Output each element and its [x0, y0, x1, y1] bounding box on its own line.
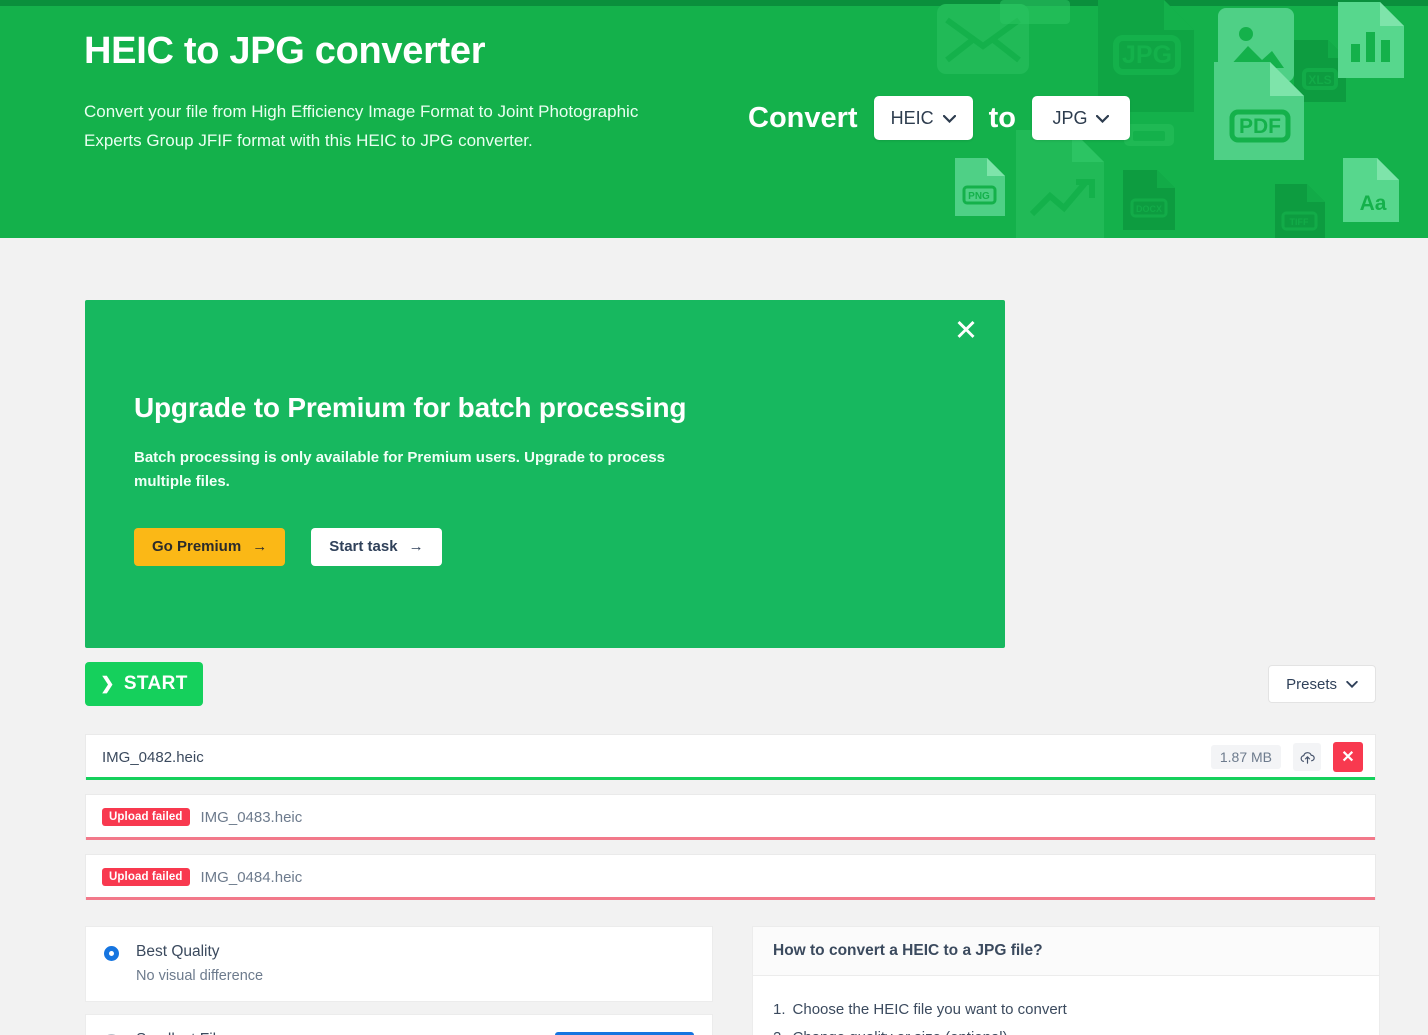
convert-controls: Convert HEIC to JPG — [748, 96, 1130, 140]
status-badge: Upload failed — [102, 868, 190, 886]
target-format-value: JPG — [1052, 107, 1088, 128]
page-title: HEIC to JPG converter — [84, 30, 486, 72]
status-badge: Upload failed — [102, 808, 190, 826]
file-row[interactable]: Upload failed IMG_0484.heic — [85, 854, 1376, 900]
upload-progress-bar — [86, 897, 1375, 900]
quality-option-title: Smallest File — [136, 1031, 225, 1035]
file-name: IMG_0483.heic — [200, 808, 303, 826]
action-toolbar: ❯ START Presets — [85, 662, 1376, 706]
start-button-label: START — [123, 673, 188, 694]
file-size: 1.87 MB — [1210, 745, 1281, 769]
docx-file-icon: DOCX — [1120, 170, 1178, 230]
target-format-select[interactable]: JPG — [1031, 96, 1130, 140]
main-content: ✕ Upgrade to Premium for batch processin… — [0, 238, 1428, 1035]
convert-label: Convert — [748, 101, 858, 134]
arrow-right-icon: → — [408, 538, 424, 556]
png-file-icon: PNG — [952, 158, 1008, 216]
upload-cloud-icon[interactable] — [1293, 743, 1321, 771]
convert-middle-label: to — [988, 101, 1016, 134]
presets-button[interactable]: Presets — [1268, 665, 1376, 703]
quality-option-title: Best Quality — [136, 943, 220, 960]
promo-title: Upgrade to Premium for batch processing — [134, 392, 687, 423]
promo-actions: Go Premium → Start task → — [134, 527, 1005, 566]
upload-progress-bar — [86, 777, 1375, 780]
presets-label: Presets — [1286, 675, 1337, 693]
help-step-number: 1. — [773, 1001, 786, 1018]
help-step-number: 2. — [773, 1024, 786, 1035]
source-format-select[interactable]: HEIC — [873, 96, 973, 140]
radio-icon[interactable] — [104, 946, 119, 961]
help-step-text: Change quality or size (optional) — [793, 1024, 1008, 1035]
help-panel: How to convert a HEIC to a JPG file? 1. … — [752, 926, 1380, 1035]
start-task-label: Start task — [329, 538, 398, 556]
font-file-icon: Aa — [1340, 158, 1402, 222]
quality-option-best-quality[interactable]: Best Quality No visual difference — [85, 926, 713, 1002]
svg-text:TIFF: TIFF — [1290, 217, 1309, 227]
help-body: 1. Choose the HEIC file you want to conv… — [753, 976, 1379, 1035]
svg-text:Aa: Aa — [1360, 192, 1387, 215]
svg-text:DOCX: DOCX — [1136, 204, 1162, 214]
file-name: IMG_0484.heic — [200, 868, 303, 886]
quality-options: Best Quality No visual difference Smalle… — [85, 926, 713, 1035]
upload-progress-bar — [86, 837, 1375, 840]
file-row[interactable]: IMG_0482.heic 1.87 MB ✕ — [85, 734, 1376, 780]
arrow-right-icon: → — [252, 538, 268, 556]
tiff-file-icon: TIFF — [1272, 184, 1328, 238]
help-heading: How to convert a HEIC to a JPG file? — [753, 927, 1379, 976]
remove-file-button[interactable]: ✕ — [1333, 742, 1363, 772]
quality-option-subtitle: No visual difference — [136, 968, 264, 984]
go-premium-button[interactable]: Go Premium → — [134, 527, 286, 566]
page-description: Convert your file from High Efficiency I… — [84, 102, 639, 151]
chevron-down-icon — [1346, 677, 1358, 691]
help-step-text: Choose the HEIC file you want to convert — [792, 1001, 1067, 1018]
go-premium-label: Go Premium — [152, 538, 242, 556]
chevron-right-icon: ❯ — [100, 674, 115, 693]
file-row[interactable]: Upload failed IMG_0483.heic — [85, 794, 1376, 840]
help-step: 2. Change quality or size (optional) — [773, 1024, 1359, 1035]
start-button[interactable]: ❯ START — [85, 662, 203, 706]
close-icon[interactable]: ✕ — [949, 314, 983, 348]
svg-text:PNG: PNG — [968, 191, 990, 202]
promo-description: Batch processing is only available for P… — [134, 449, 666, 491]
premium-upgrade-modal: ✕ Upgrade to Premium for batch processin… — [85, 300, 1005, 648]
chevron-down-icon — [1096, 111, 1110, 125]
file-name: IMG_0482.heic — [102, 748, 204, 766]
file-list: IMG_0482.heic 1.87 MB ✕ Upload failed IM… — [85, 734, 1376, 914]
help-step: 1. Choose the HEIC file you want to conv… — [773, 996, 1359, 1024]
chevron-down-icon — [942, 111, 956, 125]
file-row-actions: 1.87 MB ✕ — [1210, 742, 1375, 772]
quality-option-smallest-file[interactable]: Smallest File BEST COMPRESSION — [85, 1014, 713, 1035]
start-task-button[interactable]: Start task → — [311, 527, 442, 566]
page-header: JPG XLS PDF PNG DOCX TIFF Aa HEIC to JPG… — [0, 0, 1428, 238]
source-format-value: HEIC — [890, 107, 934, 128]
